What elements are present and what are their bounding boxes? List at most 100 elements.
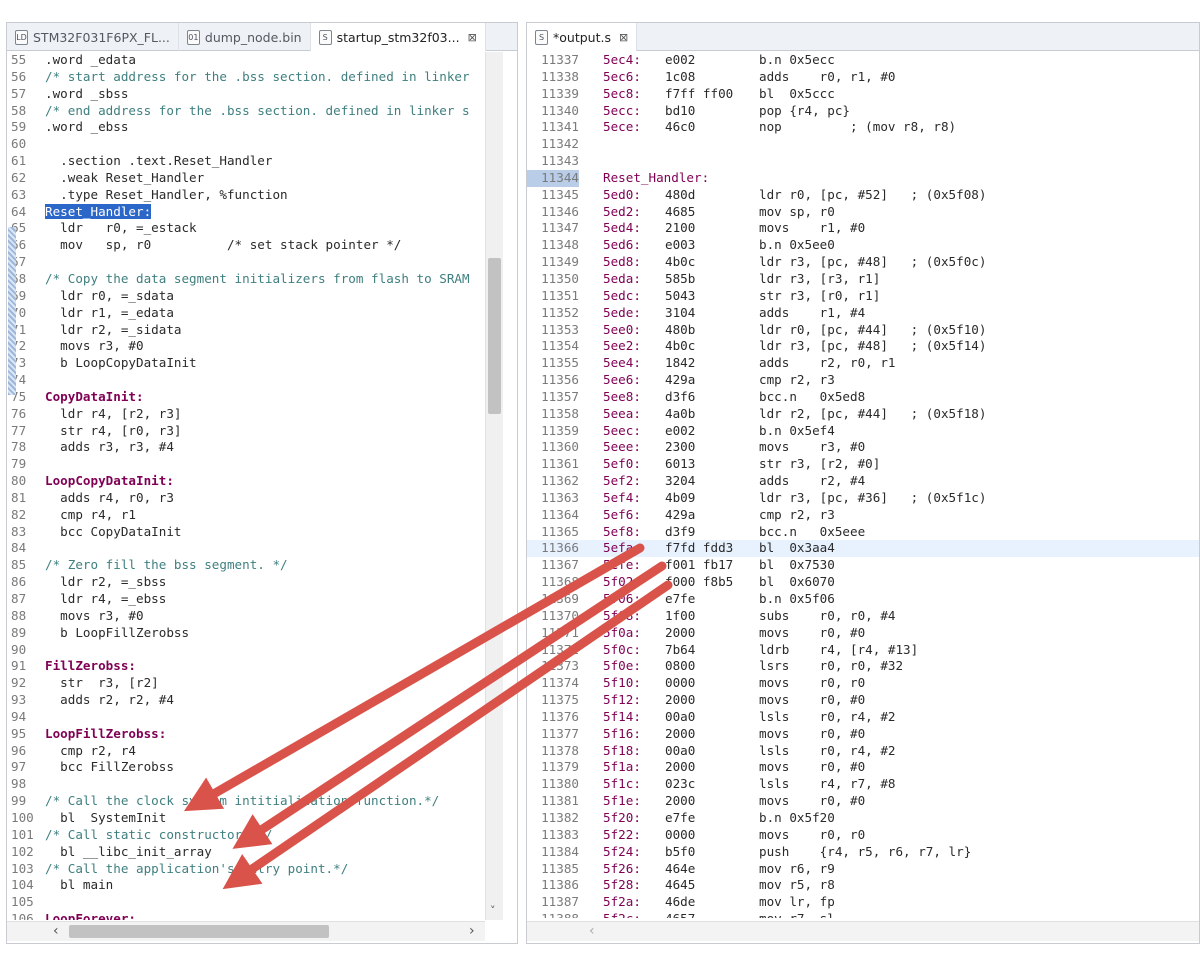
opcode-hex: 464e — [665, 860, 696, 876]
scroll-down-icon[interactable]: ˅ — [490, 904, 496, 918]
source-line: 92 str r3, [r2] — [7, 675, 517, 692]
source-code: Reset_Handler: — [45, 203, 152, 219]
opcode-hex: f7fd fdd3 — [665, 540, 734, 556]
line-number: 11385 — [541, 860, 579, 876]
opcode-hex: 1842 — [665, 355, 696, 371]
instruction: bl 0x5ccc — [759, 85, 835, 101]
line-number: 84 — [11, 540, 27, 556]
disassembly-line: 11387 5f2a: 46de mov lr, fp — [527, 894, 1199, 911]
line-number: 11352 — [541, 304, 579, 320]
line-number: 61 — [11, 153, 27, 169]
right-horizontal-scrollbar[interactable]: ‹ — [527, 921, 1199, 941]
instruction-address: 5f02: — [603, 574, 641, 590]
line-number: 93 — [11, 692, 27, 708]
source-line: 71 ldr r2, =_sidata — [7, 322, 517, 339]
line-number: 101 — [11, 826, 34, 842]
instruction-address: 5f20: — [603, 809, 641, 825]
disassembly-line: 11380 5f1c: 023c lsls r4, r7, #8 — [527, 776, 1199, 793]
scroll-right-icon[interactable]: › — [469, 924, 475, 938]
startup-source-editor[interactable]: 55 .word _edata 56 /* start address for the… — [7, 52, 517, 920]
disassembly-line: 11357 5ee8: d3f6 bcc.n 0x5ed8 — [527, 389, 1199, 406]
scroll-left-icon[interactable]: ‹ — [53, 924, 59, 938]
ld-file-icon: LD — [15, 29, 28, 45]
line-number: 11367 — [541, 557, 579, 573]
right-tab-0[interactable]: S *output.s ⊠ — [527, 23, 638, 51]
opcode-hex: 2000 — [665, 793, 696, 809]
opcode-hex: d3f9 — [665, 523, 696, 539]
source-code: LoopCopyDataInit: — [45, 473, 174, 489]
line-number: 11387 — [541, 894, 579, 910]
source-line: 58 /* end address for the .bss section. d… — [7, 103, 517, 120]
instruction: bl 0x6070 — [759, 574, 835, 590]
source-line: 77 str r4, [r0, r3] — [7, 423, 517, 440]
left-vertical-scroll-thumb[interactable] — [488, 258, 501, 414]
left-horizontal-scrollbar[interactable]: ‹ › — [7, 921, 485, 941]
line-number: 11369 — [541, 591, 579, 606]
line-number: 11380 — [541, 776, 579, 792]
opcode-hex: 6013 — [665, 456, 696, 472]
instruction-address: 5eea: — [603, 405, 641, 421]
instruction-address: 5ed2: — [603, 203, 641, 219]
close-tab-icon[interactable]: ⊠ — [468, 31, 477, 44]
source-code: movs r3, #0 — [45, 607, 144, 623]
instruction: movs r3, #0 — [759, 439, 866, 455]
source-code: ldr r0, =_sdata — [45, 287, 174, 303]
source-line: 105 — [7, 894, 517, 911]
disassembly-line: 11366 5efa: f7fd fdd3 bl 0x3aa4 — [527, 540, 1199, 558]
source-code: cmp r2, r4 — [45, 742, 136, 758]
disassembly-line: 11364 5ef6: 429a cmp r2, r3 — [527, 507, 1199, 524]
line-number: 11354 — [541, 338, 579, 354]
source-line: 68/* Copy the data segment initializers … — [7, 271, 517, 288]
instruction: bl 0x7530 — [759, 557, 835, 573]
source-line: 74 — [7, 372, 517, 389]
left-tab-0[interactable]: LD STM32F031F6PX_FL... — [7, 23, 179, 51]
instruction: str r3, [r2, #0] — [759, 456, 881, 472]
close-tab-icon[interactable]: ⊠ — [619, 31, 628, 44]
disassembly-line: 11339 5ec8: f7ff ff00 bl 0x5ccc — [527, 86, 1199, 103]
opcode-hex: b5f0 — [665, 843, 696, 859]
left-tab-1[interactable]: 01 dump_node.bin — [179, 23, 311, 51]
source-line: 86 ldr r2, =_sbss — [7, 574, 517, 591]
line-number: 11364 — [541, 506, 579, 522]
left-horizontal-scroll-thumb[interactable] — [69, 925, 329, 938]
instruction: cmp r2, r3 — [759, 372, 835, 388]
output-disassembly-editor[interactable]: 11337 5ec4: e002 b.n 0x5ecc 11338 5ec6: 1c08 ad… — [527, 52, 1199, 918]
instruction-address: 5f14: — [603, 708, 641, 724]
source-code: FillZerobss: — [45, 658, 136, 674]
line-number: 11348 — [541, 237, 579, 253]
opcode-hex: 0800 — [665, 658, 696, 674]
disassembly-line: 11361 5ef0: 6013 str r3, [r2, #0] — [527, 456, 1199, 473]
line-number: 87 — [11, 591, 27, 606]
disassembly-line: 11354 5ee2: 4b0c ldr r3, [pc, #48] ; (0x5f1… — [527, 338, 1199, 355]
opcode-hex: e002 — [665, 422, 696, 438]
opcode-hex: 2000 — [665, 725, 696, 741]
disassembly-line: 11350 5eda: 585b ldr r3, [r3, r1] — [527, 271, 1199, 288]
source-line: 63 .type Reset_Handler, %function — [7, 187, 517, 204]
source-line: 87 ldr r4, =_ebss — [7, 591, 517, 608]
line-number: 90 — [11, 641, 27, 657]
source-code: .word _sbss — [45, 85, 129, 101]
line-number: 11370 — [541, 607, 579, 623]
line-number: 11361 — [541, 456, 579, 472]
disassembly-line: 11382 5f20: e7fe b.n 0x5f20 — [527, 810, 1199, 827]
source-code: cmp r4, r1 — [45, 506, 136, 522]
opcode-hex: e7fe — [665, 809, 696, 825]
left-vertical-scrollbar[interactable]: ˅ — [485, 52, 503, 920]
line-number: 98 — [11, 776, 27, 792]
source-code: ldr r2, =_sbss — [45, 574, 167, 590]
scroll-left-icon[interactable]: ‹ — [589, 924, 595, 938]
opcode-hex: 2000 — [665, 759, 696, 775]
disassembly-line: 11372 5f0c: 7b64 ldrb r4, [r4, #13] — [527, 642, 1199, 659]
source-code: ldr r4, [r2, r3] — [45, 405, 182, 421]
line-number: 86 — [11, 574, 27, 590]
source-line: 100 bl SystemInit — [7, 810, 517, 827]
left-tab-2[interactable]: Sstartup_stm32f03... ⊠ — [310, 23, 486, 51]
opcode-hex: 1f00 — [665, 607, 696, 623]
source-line: 90 — [7, 642, 517, 659]
opcode-hex: 4685 — [665, 203, 696, 219]
source-code: CopyDataInit: — [45, 388, 144, 404]
line-number: 11351 — [541, 287, 579, 303]
opcode-hex: 585b — [665, 270, 696, 286]
opcode-hex: 2000 — [665, 692, 696, 708]
disassembly-line: 11341 5ece: 46c0 nop ; (mov r8, r8) — [527, 119, 1199, 136]
